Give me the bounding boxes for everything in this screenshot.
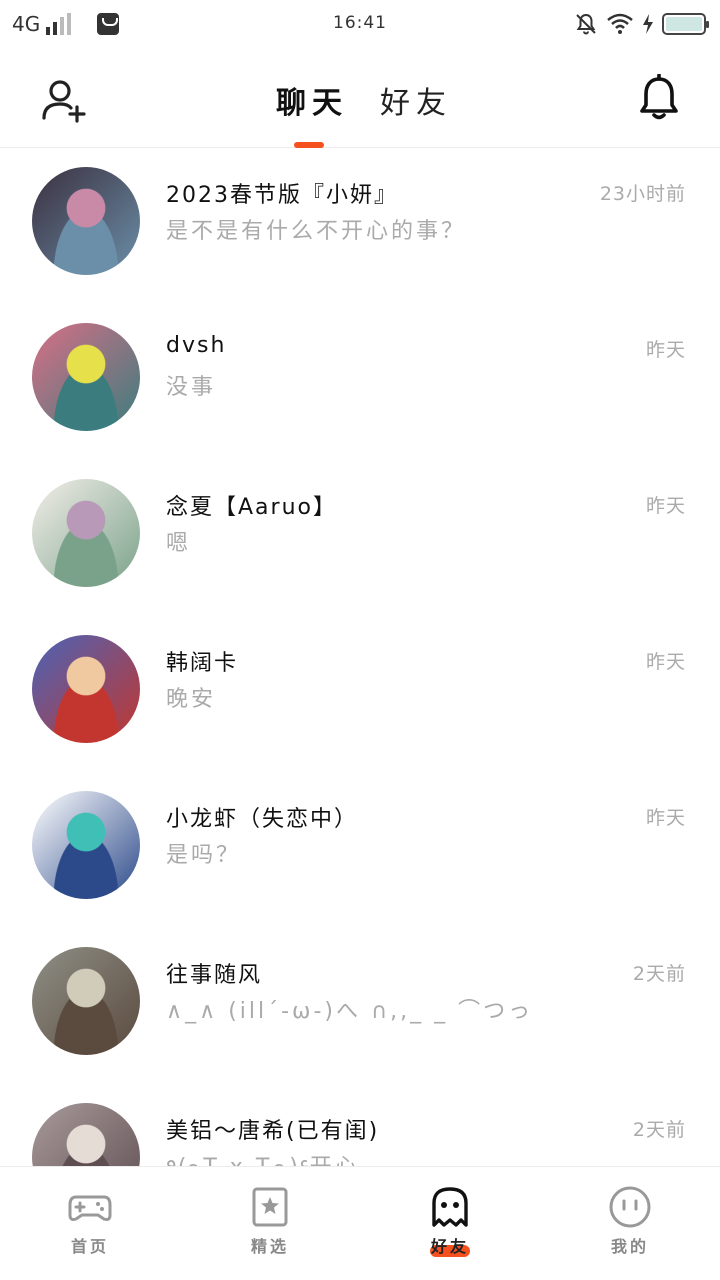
chat-time: 昨天 — [645, 339, 686, 361]
nav-label: 好友 — [430, 1237, 469, 1256]
bottom-nav: 首页 精选 好友 我的 — [0, 1166, 720, 1280]
ghost-icon — [432, 1187, 468, 1227]
mute-bell-icon — [576, 13, 596, 35]
chat-item[interactable]: 往事随风 2天前 ∧_∧ (ill´-ω-)へ ∩,,_ _ ⌒つっ — [0, 929, 720, 1085]
tab-chat[interactable]: 聊天 — [276, 78, 348, 122]
chat-time: 2天前 — [632, 1119, 686, 1141]
top-header: 聊天 好友 — [0, 50, 720, 148]
avatar[interactable] — [32, 1103, 140, 1166]
chat-preview: ∧_∧ (ill´-ω-)へ ∩,,_ _ ⌒つっ — [166, 999, 534, 1024]
nav-profile[interactable]: 我的 — [540, 1167, 720, 1280]
battery-icon — [662, 13, 709, 35]
chat-time: 昨天 — [645, 651, 686, 673]
face-icon — [609, 1186, 651, 1228]
avatar[interactable] — [32, 947, 140, 1055]
nav-home[interactable]: 首页 — [0, 1167, 180, 1280]
chat-item[interactable]: 美铝～唐希(已有闺) 2天前 ٩(๑T x T๑)۶开心 — [0, 1085, 720, 1166]
chat-item[interactable]: 小龙虾（失恋中） 昨天 是吗？ — [0, 773, 720, 929]
charging-icon — [643, 14, 653, 34]
avatar[interactable] — [32, 323, 140, 431]
chat-item[interactable]: 韩阔卡 昨天 晚安 — [0, 617, 720, 773]
avatar[interactable] — [32, 791, 140, 899]
chat-time: 23小时前 — [599, 183, 686, 205]
wifi-icon — [607, 13, 633, 34]
nav-label: 精选 — [250, 1237, 289, 1256]
chat-item[interactable]: 念夏【Aaruo】 昨天 嗯 — [0, 461, 720, 617]
chat-name: 小龙虾（失恋中） — [166, 807, 359, 832]
chat-name: 韩阔卡 — [166, 651, 239, 676]
bell-icon[interactable] — [638, 74, 680, 122]
chat-preview: 嗯 — [166, 531, 192, 556]
chat-item[interactable]: dvsh 昨天 没事 — [0, 305, 720, 461]
nav-featured[interactable]: 精选 — [180, 1167, 360, 1280]
chat-name: 2023春节版『小妍』 — [166, 183, 398, 208]
star-bookmark-icon — [252, 1187, 288, 1227]
tab-friends[interactable]: 好友 — [380, 78, 452, 122]
chat-time: 昨天 — [645, 807, 686, 829]
chat-preview: 晚安 — [166, 687, 217, 712]
gamepad-icon — [68, 1195, 112, 1221]
avatar[interactable] — [32, 167, 140, 275]
avatar[interactable] — [32, 635, 140, 743]
chat-list[interactable]: 2023春节版『小妍』 23小时前 是不是有什么不开心的事？ dvsh 昨天 没… — [0, 149, 720, 1166]
chat-time: 昨天 — [645, 495, 686, 517]
chat-name: dvsh — [166, 333, 227, 358]
chat-time: 2天前 — [632, 963, 686, 985]
status-bar: 4G 16:41 — [0, 0, 720, 50]
nav-friends[interactable]: 好友 — [360, 1167, 540, 1280]
chat-name: 往事随风 — [166, 963, 263, 988]
nav-label: 我的 — [610, 1237, 649, 1256]
chat-name: 美铝～唐希(已有闺) — [166, 1119, 380, 1144]
chat-preview: 没事 — [166, 375, 217, 400]
status-right — [574, 12, 709, 36]
active-tab-indicator — [294, 142, 324, 148]
nav-label: 首页 — [70, 1237, 109, 1256]
chat-preview: 是吗？ — [166, 843, 242, 868]
chat-preview: 是不是有什么不开心的事？ — [166, 219, 467, 244]
chat-preview: ٩(๑T x T๑)۶开心 — [166, 1149, 360, 1166]
chat-item[interactable]: 2023春节版『小妍』 23小时前 是不是有什么不开心的事？ — [0, 149, 720, 305]
chat-name: 念夏【Aaruo】 — [166, 495, 337, 520]
avatar[interactable] — [32, 479, 140, 587]
header-tabs: 聊天 好友 — [0, 50, 720, 148]
